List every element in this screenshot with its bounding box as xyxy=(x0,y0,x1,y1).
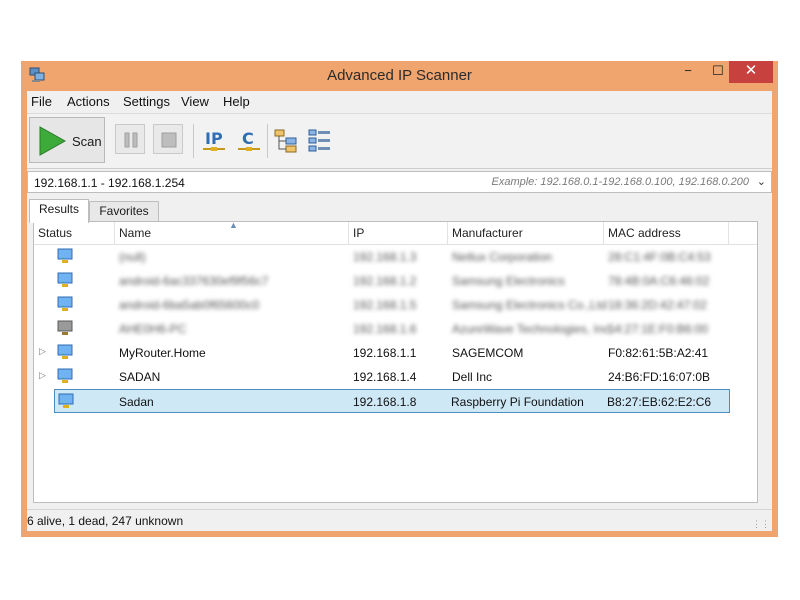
device-alive-icon xyxy=(57,368,73,383)
tab-favorites[interactable]: Favorites xyxy=(89,201,159,221)
cell-manufacturer: SAGEMCOM xyxy=(452,346,524,360)
cell-name: Sadan xyxy=(119,395,154,409)
menu-actions[interactable]: Actions xyxy=(67,94,110,109)
c-tool-icon[interactable]: C xyxy=(236,126,262,154)
column-divider[interactable] xyxy=(603,222,604,244)
cell-ip: 192.168.1.6 xyxy=(353,322,417,336)
table-row[interactable]: android-6ac337630ef9f56c7 192.168.1.2 Sa… xyxy=(34,269,757,293)
cell-manufacturer: Samsung Electronics xyxy=(452,274,565,288)
cell-name: android-6ba5ab0f65600c0 xyxy=(119,298,260,312)
table-header: Status Name ▲ IP Manufacturer MAC addres… xyxy=(34,220,757,245)
column-status[interactable]: Status xyxy=(38,226,72,240)
cell-manufacturer: AzureWave Technologies, Inc. xyxy=(452,322,613,336)
chevron-down-icon[interactable]: ⌄ xyxy=(757,175,766,188)
cell-ip: 192.168.1.8 xyxy=(353,395,417,409)
svg-text:C: C xyxy=(242,129,254,148)
ip-range-value[interactable]: 192.168.1.1 - 192.168.1.254 xyxy=(34,176,185,190)
menu-settings[interactable]: Settings xyxy=(123,94,170,109)
cell-name: SADAN xyxy=(119,370,161,384)
cell-mac: 24:B6:FD:16:07:0B xyxy=(608,370,711,384)
device-alive-icon xyxy=(57,296,73,311)
ip-range-example: Example: 192.168.0.1-192.168.0.100, 192.… xyxy=(491,176,750,188)
window-title: Advanced IP Scanner xyxy=(327,67,472,84)
cell-name: android-6ac337630ef9f56c7 xyxy=(119,274,269,288)
device-alive-icon xyxy=(58,393,74,408)
expand-arrow-icon[interactable]: ▷ xyxy=(39,370,46,381)
ip-range-combobox[interactable]: 192.168.1.1 - 192.168.1.254 Example: 192… xyxy=(27,171,772,193)
cell-mac: 18:36:2D:42:47:02 xyxy=(608,298,707,312)
cell-manufacturer: Dell Inc xyxy=(452,370,493,384)
client-area: File Actions Settings View Help Scan IP … xyxy=(27,91,772,531)
status-text: 6 alive, 1 dead, 247 unknown xyxy=(27,514,184,528)
column-ip[interactable]: IP xyxy=(353,226,364,240)
tab-strip: Results Favorites xyxy=(27,199,772,223)
toolbar-separator xyxy=(267,124,268,158)
cell-manufacturer: Netlux Corporation xyxy=(452,250,553,264)
cell-ip: 192.168.1.3 xyxy=(353,250,417,264)
cell-name: AHE0H6-PC xyxy=(119,322,187,336)
table-row[interactable]: ▷ MyRouter.Home 192.168.1.1 SAGEMCOM F0:… xyxy=(34,341,757,365)
cell-mac: B8:27:EB:62:E2:C6 xyxy=(607,395,712,409)
tree-view-icon[interactable] xyxy=(273,126,299,154)
column-divider[interactable] xyxy=(114,222,115,244)
cell-manufacturer: Raspberry Pi Foundation xyxy=(451,395,584,409)
stop-button[interactable] xyxy=(153,124,183,154)
device-alive-icon xyxy=(57,344,73,359)
cell-name: MyRouter.Home xyxy=(119,346,206,360)
device-alive-icon xyxy=(57,272,73,287)
table-row-selected[interactable]: Sadan 192.168.1.8 Raspberry Pi Foundatio… xyxy=(54,389,730,413)
cell-mac: 78:4B:0A:C6:46:02 xyxy=(608,274,710,288)
pause-icon xyxy=(124,132,138,148)
sort-ascending-icon: ▲ xyxy=(229,220,238,230)
play-icon xyxy=(39,126,66,156)
table-row[interactable]: ▷ SADAN 192.168.1.4 Dell Inc 24:B6:FD:16… xyxy=(34,365,757,389)
menu-bar: File Actions Settings View Help xyxy=(27,91,772,111)
device-dead-icon xyxy=(57,320,73,335)
expand-arrow-icon[interactable]: ▷ xyxy=(39,346,46,357)
cell-mac: 54:27:1E:F0:B6:00 xyxy=(608,322,709,336)
title-bar[interactable]: Advanced IP Scanner − ☐ ✕ xyxy=(21,61,778,91)
menu-help[interactable]: Help xyxy=(223,94,250,109)
status-bar: 6 alive, 1 dead, 247 unknown ⋮⋮ xyxy=(27,509,772,532)
resize-grip-icon[interactable]: ⋮⋮ xyxy=(752,519,770,530)
cell-mac: 28:C1:4F:0B:C4:53 xyxy=(608,250,711,264)
list-view-icon[interactable] xyxy=(307,126,333,154)
column-divider[interactable] xyxy=(728,222,729,244)
cell-ip: 192.168.1.2 xyxy=(353,274,417,288)
table-row[interactable]: android-6ba5ab0f65600c0 192.168.1.5 Sams… xyxy=(34,293,757,317)
scan-label: Scan xyxy=(72,134,102,149)
menu-view[interactable]: View xyxy=(181,94,209,109)
stop-icon xyxy=(161,132,177,148)
close-button[interactable]: ✕ xyxy=(729,61,773,83)
column-name[interactable]: Name xyxy=(119,226,151,240)
table-row[interactable]: AHE0H6-PC 192.168.1.6 AzureWave Technolo… xyxy=(34,317,757,341)
toolbar-separator xyxy=(193,124,194,158)
tab-results[interactable]: Results xyxy=(29,199,89,223)
column-manufacturer[interactable]: Manufacturer xyxy=(452,226,523,240)
minimize-button[interactable]: − xyxy=(673,61,703,83)
cell-mac: F0:82:61:5B:A2:41 xyxy=(608,346,709,360)
column-divider[interactable] xyxy=(447,222,448,244)
table-row[interactable]: (null) 192.168.1.3 Netlux Corporation 28… xyxy=(34,245,757,269)
toolbar: Scan IP C xyxy=(27,113,772,169)
pause-button[interactable] xyxy=(115,124,145,154)
results-table[interactable]: Status Name ▲ IP Manufacturer MAC addres… xyxy=(34,220,757,502)
column-divider[interactable] xyxy=(348,222,349,244)
cell-manufacturer: Samsung Electronics Co.,Ltd xyxy=(452,298,607,312)
cell-ip: 192.168.1.4 xyxy=(353,370,417,384)
column-mac[interactable]: MAC address xyxy=(608,226,681,240)
cell-name: (null) xyxy=(119,250,146,264)
svg-text:IP: IP xyxy=(205,129,223,148)
cell-ip: 192.168.1.5 xyxy=(353,298,417,312)
ip-tool-icon[interactable]: IP xyxy=(201,126,227,154)
scan-button[interactable]: Scan xyxy=(29,117,105,163)
app-window: Advanced IP Scanner − ☐ ✕ File Actions S… xyxy=(21,61,778,537)
menu-file[interactable]: File xyxy=(31,94,52,109)
results-panel: Status Name ▲ IP Manufacturer MAC addres… xyxy=(33,220,758,503)
device-alive-icon xyxy=(57,248,73,263)
cell-ip: 192.168.1.1 xyxy=(353,346,417,360)
